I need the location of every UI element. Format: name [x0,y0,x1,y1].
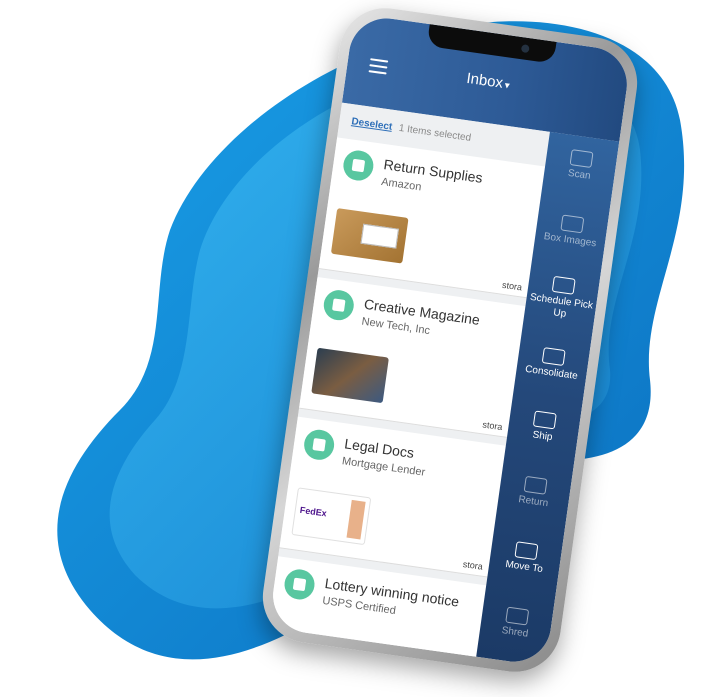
item-location: stora [481,419,504,433]
selection-status: 1 Items selected [398,122,472,144]
scanner-icon [569,149,594,168]
phone-mockup: Inbox▾ Deselect 1 Items selected Return … [0,0,702,697]
magazine-thumbnail[interactable] [311,347,389,404]
list-item[interactable]: Legal Docs Mortgage Lender stora [279,416,506,578]
package-icon [532,410,557,430]
hamburger-menu-icon[interactable] [368,58,389,75]
document-icon [302,427,337,462]
boxes-icon [541,347,566,367]
consolidate-action[interactable]: Consolidate [516,344,590,384]
chevron-down-icon: ▾ [503,80,511,92]
list-item[interactable]: Return Supplies Amazon stora [318,137,546,299]
shred-action[interactable]: Shred [479,603,553,643]
item-sender: Mortgage Lender [341,455,426,479]
deselect-link[interactable]: Deselect [351,116,393,133]
move-to-action[interactable]: Move To [489,538,563,578]
truck-icon [551,275,576,295]
package-thumbnail[interactable] [330,208,409,264]
shredder-icon [505,606,530,626]
phone-frame: Inbox▾ Deselect 1 Items selected Return … [256,2,644,678]
item-location: stora [501,279,523,293]
page-title: Inbox [465,69,505,92]
item-sender: Amazon [380,175,423,194]
magazine-icon [321,288,356,323]
ship-action[interactable]: Ship [507,407,581,447]
envelope-icon [282,567,317,602]
item-location: stora [462,559,484,572]
scan-action[interactable]: Scan [544,146,618,186]
schedule-pickup-action[interactable]: Schedule Pick Up [524,273,599,325]
hand-truck-icon [514,541,539,561]
image-icon [560,214,585,234]
envelope-thumbnail[interactable] [291,487,372,546]
mail-item-icon [341,148,376,183]
inbox-dropdown[interactable]: Inbox▾ [465,70,511,93]
camera-icon [520,44,530,54]
box-images-action[interactable]: Box Images [534,211,608,251]
list-item[interactable]: Creative Magazine New Tech, Inc stora [298,276,526,438]
return-action[interactable]: Return [498,473,572,513]
return-envelope-icon [523,475,548,495]
phone-screen: Inbox▾ Deselect 1 Items selected Return … [268,13,632,667]
